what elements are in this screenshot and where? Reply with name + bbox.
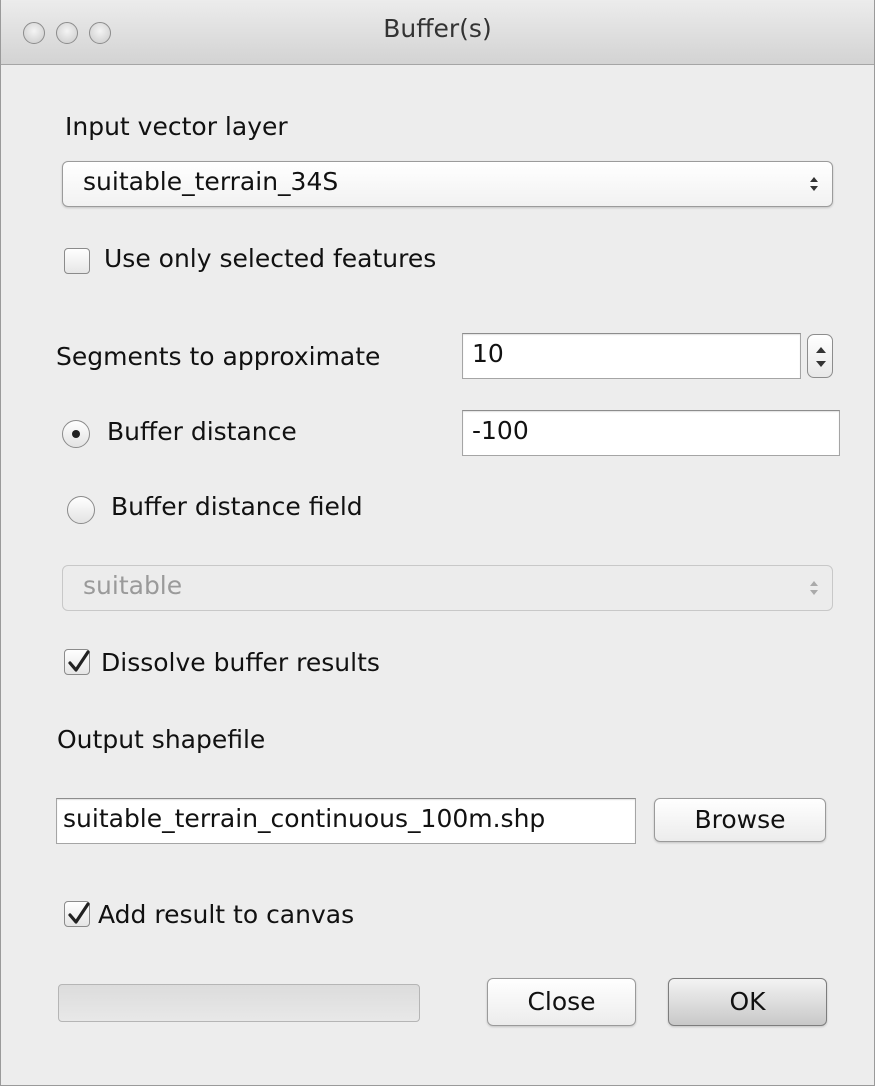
browse-button[interactable]: Browse <box>654 798 826 842</box>
buffer-distance-field-radio[interactable] <box>67 496 95 524</box>
window-title: Buffer(s) <box>383 14 492 43</box>
updown-arrows-icon <box>810 581 818 595</box>
use-selected-checkbox[interactable] <box>64 248 90 274</box>
use-selected-label: Use only selected features <box>104 244 437 273</box>
buffer-distance-field-label: Buffer distance field <box>111 492 363 521</box>
checkmark-icon <box>68 902 90 924</box>
buffer-field-select[interactable]: suitable <box>62 565 833 611</box>
ok-button[interactable]: OK <box>668 978 827 1026</box>
buffer-distance-input[interactable]: -100 <box>462 410 840 456</box>
segments-input[interactable]: 10 <box>462 333 801 379</box>
output-path-input[interactable]: suitable_terrain_continuous_100m.shp <box>56 798 636 844</box>
buffer-distance-label: Buffer distance <box>107 417 297 446</box>
segments-value: 10 <box>472 339 504 368</box>
buffer-field-value: suitable <box>83 571 183 600</box>
segments-label: Segments to approximate <box>56 342 381 371</box>
progress-bar <box>58 984 420 1022</box>
updown-arrows-icon <box>810 177 818 191</box>
buffer-distance-value: -100 <box>472 416 529 445</box>
checkmark-icon <box>68 650 90 672</box>
dissolve-checkbox[interactable] <box>64 649 90 675</box>
output-path-value: suitable_terrain_continuous_100m.shp <box>63 804 546 833</box>
buffer-distance-radio[interactable] <box>62 420 90 448</box>
stepper-arrows-icon <box>816 347 826 367</box>
input-layer-label: Input vector layer <box>65 112 288 141</box>
add-result-checkbox[interactable] <box>64 901 90 927</box>
segments-stepper[interactable] <box>807 334 833 378</box>
radio-selected-dot <box>72 430 80 438</box>
input-layer-value: suitable_terrain_34S <box>83 167 339 196</box>
buffer-dialog: Buffer(s) Input vector layer suitable_te… <box>0 0 875 1086</box>
close-button[interactable]: Close <box>487 978 636 1026</box>
add-result-label: Add result to canvas <box>98 900 355 929</box>
dissolve-label: Dissolve buffer results <box>101 648 380 677</box>
output-shapefile-label: Output shapefile <box>57 725 266 754</box>
input-layer-select[interactable]: suitable_terrain_34S <box>62 161 833 207</box>
title-bar[interactable]: Buffer(s) <box>1 0 874 65</box>
